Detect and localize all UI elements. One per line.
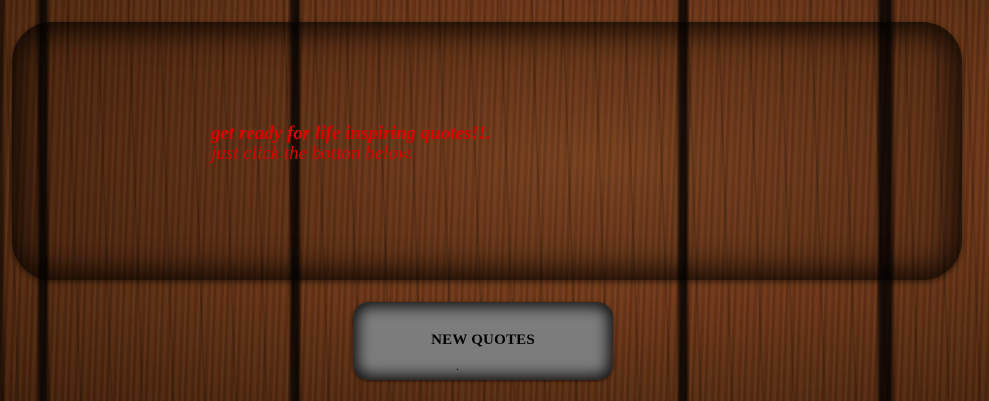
quote-headline: get ready for life inspiring quotes!!.: [211, 123, 491, 144]
button-dot: .: [456, 359, 459, 373]
new-quotes-label: NEW QUOTES: [431, 332, 535, 348]
new-quotes-button[interactable]: NEW QUOTES .: [353, 302, 613, 380]
quote-text: get ready for life inspiring quotes!!. j…: [211, 124, 631, 164]
quote-instruction: just click the botton below.: [211, 143, 414, 164]
